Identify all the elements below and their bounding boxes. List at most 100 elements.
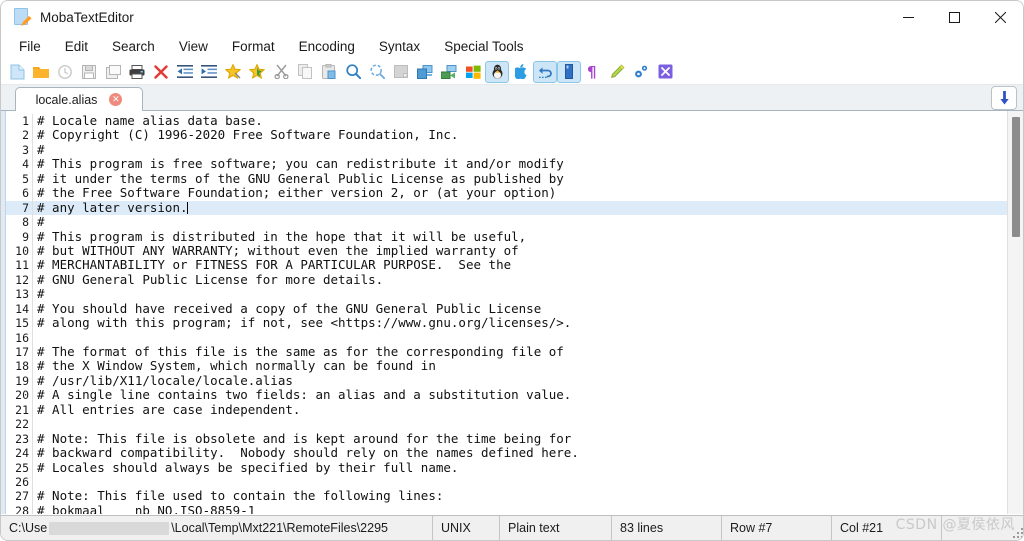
code-line[interactable]: 13 # bbox=[6, 286, 1007, 302]
code-line-text: # bbox=[37, 141, 45, 157]
code-line[interactable]: 24 # backward compatibility. Nobody shoul… bbox=[6, 445, 1007, 461]
reload-icon[interactable] bbox=[53, 61, 77, 83]
paste-icon[interactable] bbox=[317, 61, 341, 83]
print-icon[interactable] bbox=[125, 61, 149, 83]
undo-icon[interactable] bbox=[533, 60, 557, 83]
moba-text-editor-window: MobaTextEditor File Edit Search View For… bbox=[0, 0, 1024, 541]
code-line[interactable]: 19 # /usr/lib/X11/locale/locale.alias bbox=[6, 372, 1007, 389]
find-icon[interactable] bbox=[341, 61, 365, 83]
settings-icon[interactable] bbox=[629, 61, 653, 83]
close-tab-icon[interactable]: ✕ bbox=[109, 93, 123, 106]
status-file-type[interactable]: Plain text bbox=[500, 516, 612, 540]
open-folder-icon[interactable] bbox=[29, 61, 53, 83]
code-line[interactable]: 28 # bokmaal nb_NO.ISO-8859-1 bbox=[6, 503, 1007, 514]
line-number: 20 bbox=[15, 388, 29, 403]
status-resize-grip[interactable] bbox=[942, 516, 1023, 540]
code-line-text: # The format of this file is the same as… bbox=[37, 344, 564, 359]
close-icon[interactable] bbox=[977, 1, 1023, 33]
code-line-text bbox=[33, 331, 37, 345]
decrease-indent-icon[interactable] bbox=[173, 61, 197, 83]
menu-item-special-tools[interactable]: Special Tools bbox=[432, 36, 535, 57]
code-line[interactable]: 20 # A single line contains two fields: a… bbox=[6, 387, 1007, 403]
line-number: 25 bbox=[15, 460, 29, 475]
status-line-ending[interactable]: UNIX bbox=[433, 516, 500, 540]
line-number: 11 bbox=[15, 258, 29, 273]
increase-indent-icon[interactable] bbox=[197, 61, 221, 83]
code-line-text: # This program is free software; you can… bbox=[37, 156, 564, 172]
status-file-path: C:\Use \Local\Temp\Mxt221\RemoteFiles\22… bbox=[1, 516, 433, 540]
bookmark-toggle-icon[interactable] bbox=[221, 61, 245, 83]
code-line[interactable]: 1 # Locale name alias data base. bbox=[6, 113, 1007, 129]
tab-locale-alias[interactable]: locale.alias ✕ bbox=[15, 87, 143, 111]
code-text-area[interactable]: 1 # Locale name alias data base. 2 # Copyri… bbox=[6, 111, 1007, 514]
code-line[interactable]: 7 # any later version. bbox=[6, 200, 1007, 216]
code-line[interactable]: 25 # Locales should always be specified b… bbox=[6, 459, 1007, 475]
code-line-text: # but WITHOUT ANY WARRANTY; without even… bbox=[37, 242, 519, 258]
unix-format-icon[interactable] bbox=[485, 60, 509, 83]
code-line-text bbox=[33, 417, 37, 431]
code-line[interactable]: 27 # Note: This file used to contain the … bbox=[6, 488, 1007, 504]
line-number: 7 bbox=[22, 200, 29, 215]
close-file-icon[interactable] bbox=[149, 61, 173, 83]
code-line[interactable]: 22 bbox=[6, 417, 1007, 432]
move-to-icon[interactable] bbox=[437, 61, 461, 83]
copy-to-icon[interactable] bbox=[413, 61, 437, 83]
code-line[interactable]: 26 bbox=[6, 474, 1007, 490]
highlight-pen-icon[interactable] bbox=[605, 61, 629, 83]
redacted-username bbox=[49, 521, 170, 535]
code-line[interactable]: 5 # it under the terms of the GNU General… bbox=[6, 170, 1007, 187]
tab-bar: locale.alias ✕ bbox=[1, 85, 1023, 111]
windows-format-icon[interactable] bbox=[461, 61, 485, 83]
code-line-text: # Locales should always be specified by … bbox=[37, 459, 459, 475]
code-line-text: # /usr/lib/X11/locale/locale.alias bbox=[37, 372, 293, 388]
code-line[interactable]: 2 # Copyright (C) 1996-2020 Free Software… bbox=[6, 127, 1007, 143]
cut-icon[interactable] bbox=[269, 61, 293, 83]
save-as-icon[interactable] bbox=[101, 61, 125, 83]
line-number: 23 bbox=[15, 431, 29, 446]
code-line[interactable]: 21 # All entries are case independent. bbox=[6, 402, 1007, 418]
code-line[interactable]: 12 # GNU General Public License for more … bbox=[6, 272, 1007, 288]
minimize-icon[interactable] bbox=[885, 1, 931, 33]
scrollbar-thumb[interactable] bbox=[1012, 117, 1020, 237]
code-line[interactable]: 9 # This program is distributed in the ho… bbox=[6, 229, 1007, 244]
exit-icon[interactable] bbox=[653, 61, 677, 83]
menu-item-view[interactable]: View bbox=[167, 36, 220, 57]
menu-item-search[interactable]: Search bbox=[100, 36, 167, 57]
line-number: 17 bbox=[15, 345, 29, 359]
code-line[interactable]: 4 # This program is free software; you ca… bbox=[6, 156, 1007, 172]
menu-item-syntax[interactable]: Syntax bbox=[367, 36, 432, 57]
select-all-icon[interactable] bbox=[389, 61, 413, 83]
new-file-icon[interactable] bbox=[5, 61, 29, 83]
menu-item-edit[interactable]: Edit bbox=[53, 36, 100, 57]
scroll-down-icon[interactable] bbox=[991, 86, 1017, 110]
menu-item-file[interactable]: File bbox=[7, 36, 53, 57]
column-mode-icon[interactable] bbox=[557, 60, 581, 83]
menu-item-format[interactable]: Format bbox=[220, 36, 287, 57]
editor-vertical-scrollbar[interactable] bbox=[1007, 111, 1023, 514]
code-line[interactable]: 3 # bbox=[6, 141, 1007, 158]
code-line[interactable]: 18 # the X Window System, which normally … bbox=[6, 358, 1007, 374]
code-line[interactable]: 16 bbox=[6, 330, 1007, 345]
code-line[interactable]: 23 # Note: This file is obsolete and is k… bbox=[6, 431, 1007, 447]
code-line[interactable]: 11 # MERCHANTABILITY or FITNESS FOR A PAR… bbox=[6, 257, 1007, 273]
mac-format-icon[interactable] bbox=[509, 61, 533, 83]
bookmark-next-icon[interactable] bbox=[245, 61, 269, 83]
code-line[interactable]: 8 # bbox=[6, 214, 1007, 230]
line-number: 14 bbox=[15, 301, 29, 316]
menu-item-encoding[interactable]: Encoding bbox=[287, 36, 367, 57]
show-paragraph-icon[interactable]: ¶ bbox=[581, 61, 605, 83]
maximize-icon[interactable] bbox=[931, 1, 977, 33]
code-line-text: # Copyright (C) 1996-2020 Free Software … bbox=[37, 127, 459, 143]
code-line[interactable]: 17 # The format of this file is the same … bbox=[6, 344, 1007, 360]
code-line[interactable]: 14 # You should have received a copy of t… bbox=[6, 301, 1007, 317]
code-line-text: # it under the terms of the GNU General … bbox=[37, 170, 564, 186]
code-line[interactable]: 6 # the Free Software Foundation; either … bbox=[6, 185, 1007, 201]
code-line-text: # bbox=[37, 214, 45, 230]
status-row: Row #7 bbox=[722, 516, 832, 540]
save-icon[interactable] bbox=[77, 61, 101, 83]
code-line[interactable]: 15 # along with this program; if not, see… bbox=[6, 315, 1007, 331]
find-replace-icon[interactable] bbox=[365, 61, 389, 83]
line-number: 26 bbox=[15, 474, 29, 489]
copy-icon[interactable] bbox=[293, 61, 317, 83]
code-line[interactable]: 10 # but WITHOUT ANY WARRANTY; without ev… bbox=[6, 242, 1007, 259]
